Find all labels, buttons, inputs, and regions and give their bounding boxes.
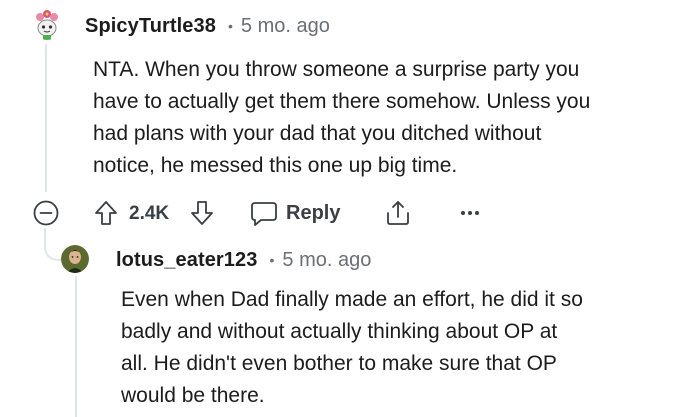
child-timestamp[interactable]: 5 mo. ago bbox=[282, 249, 371, 272]
parent-username[interactable]: SpicyTurtle38 bbox=[85, 15, 216, 38]
parent-body-line: notice, he messed this one up big time. bbox=[93, 154, 458, 177]
child-comment-header: lotus_eater123 • 5 mo. ago bbox=[116, 247, 371, 273]
child-body-line: would be there. bbox=[121, 384, 265, 407]
child-body-line: Even when Dad finally made an effort, he… bbox=[121, 288, 583, 311]
share-button[interactable] bbox=[384, 199, 412, 227]
vote-score: 2.4K bbox=[129, 203, 170, 224]
more-dots-icon bbox=[461, 211, 479, 215]
collapse-minus-icon bbox=[33, 200, 59, 226]
child-thread-line[interactable] bbox=[75, 276, 77, 417]
child-comment-body: Even when Dad finally made an effort, he… bbox=[121, 284, 691, 412]
parent-thread-line[interactable] bbox=[45, 44, 47, 192]
parent-comment-body: NTA. When you throw someone a surprise p… bbox=[93, 54, 693, 182]
child-body-line: badly and without actually thinking abou… bbox=[121, 320, 558, 343]
child-avatar[interactable] bbox=[61, 245, 89, 273]
parent-body-line: NTA. When you throw someone a surprise p… bbox=[93, 58, 580, 81]
reply-bubble-icon bbox=[251, 202, 277, 226]
reply-label: Reply bbox=[286, 201, 341, 224]
child-meta-separator: • bbox=[269, 252, 275, 268]
parent-timestamp[interactable]: 5 mo. ago bbox=[241, 15, 330, 38]
upvote-button[interactable] bbox=[94, 200, 118, 226]
parent-body-line: had plans with your dad that you ditched… bbox=[93, 122, 542, 145]
reply-button[interactable]: Reply bbox=[250, 199, 340, 227]
downvote-button[interactable] bbox=[190, 200, 214, 226]
parent-meta-separator: • bbox=[227, 18, 233, 34]
child-username[interactable]: lotus_eater123 bbox=[116, 249, 257, 272]
child-body-line: all. He didn't even bother to make sure … bbox=[121, 352, 557, 375]
downvote-arrow-icon bbox=[191, 201, 213, 225]
upvote-arrow-icon bbox=[95, 201, 117, 225]
share-icon bbox=[387, 201, 409, 225]
more-options-button[interactable] bbox=[458, 203, 482, 223]
parent-body-line: have to actually get them there somehow.… bbox=[93, 90, 591, 113]
parent-avatar[interactable] bbox=[31, 8, 63, 40]
collapse-button[interactable] bbox=[33, 200, 59, 226]
parent-comment-header: SpicyTurtle38 • 5 mo. ago bbox=[85, 13, 330, 39]
